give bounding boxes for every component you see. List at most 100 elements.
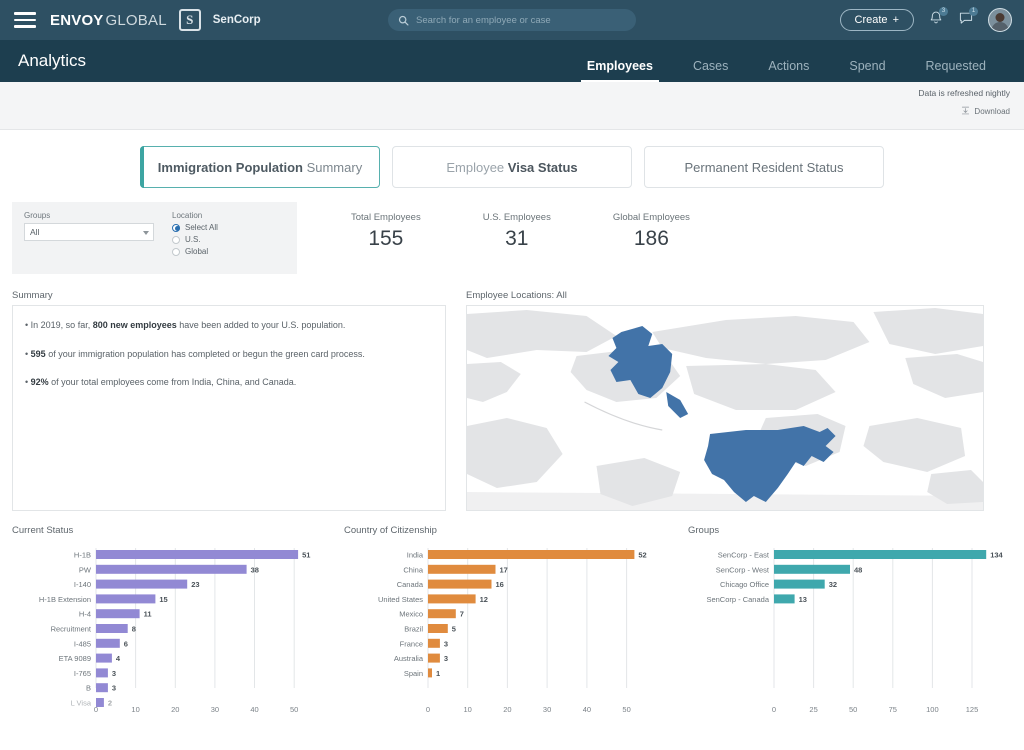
report-tab-label-b: Visa Status xyxy=(507,159,578,175)
cat-label: Australia xyxy=(394,654,424,663)
summary-and-map-row: Summary • In 2019, so far, 800 new emplo… xyxy=(12,290,1012,511)
bars xyxy=(96,550,299,707)
bar-canada[interactable] xyxy=(428,579,492,589)
global-search[interactable] xyxy=(388,9,636,31)
radio-icon-global[interactable] xyxy=(172,247,180,256)
location-option-select-all[interactable]: Select All xyxy=(172,223,218,232)
report-tab-label-b: Summary xyxy=(306,159,363,175)
x-tick: 30 xyxy=(211,705,219,714)
bar-sencorp-west[interactable] xyxy=(774,564,850,574)
chart-groups: Groups SenCorp - East SenCorp - West Chi… xyxy=(688,525,1012,715)
analytics-nav-tabs: Employees Cases Actions Spend Requested xyxy=(567,40,1006,82)
cat-label: SenCorp - Canada xyxy=(706,595,769,604)
search-input[interactable] xyxy=(416,14,626,26)
bar-sencorp-canada[interactable] xyxy=(774,594,795,604)
create-button-label: Create xyxy=(854,14,888,26)
location-option-us[interactable]: U.S. xyxy=(172,235,218,244)
bar-b[interactable] xyxy=(96,683,108,693)
cat-label: L Visa xyxy=(71,699,92,708)
cat-label: SenCorp - East xyxy=(718,551,770,560)
bar-i140[interactable] xyxy=(96,579,188,589)
tab-requested[interactable]: Requested xyxy=(906,59,1006,82)
report-tab-label-a: Employee xyxy=(446,159,505,175)
bar-china[interactable] xyxy=(428,564,496,574)
bar-h1b[interactable] xyxy=(96,550,299,559)
val-label: 5 xyxy=(452,625,456,634)
val-label: 3 xyxy=(112,684,116,693)
location-option-global[interactable]: Global xyxy=(172,247,218,256)
bar-h4[interactable] xyxy=(96,609,140,619)
bar-chicago-office[interactable] xyxy=(774,579,825,589)
bar-i765[interactable] xyxy=(96,668,108,678)
x-axis-ticks: 0 10 20 30 40 50 xyxy=(94,705,298,714)
bar-recruitment[interactable] xyxy=(96,624,128,633)
report-tab-immigration-population-summary[interactable]: Immigration Population Summary xyxy=(140,146,380,188)
x-tick: 125 xyxy=(966,705,979,714)
chart-title-groups: Groups xyxy=(688,525,720,536)
brand-secondary-text: GLOBAL xyxy=(105,11,167,29)
hamburger-line xyxy=(14,12,36,15)
cat-label: ETA 9089 xyxy=(59,654,91,663)
envoy-global-logo[interactable]: ENVOY GLOBAL xyxy=(50,12,167,29)
x-tick: 100 xyxy=(926,705,939,714)
download-icon xyxy=(962,106,970,115)
report-tab-employee-visa-status[interactable]: Employee Visa Status xyxy=(392,146,632,188)
bar-spain[interactable] xyxy=(428,668,432,678)
bar-australia[interactable] xyxy=(428,653,440,663)
category-labels: SenCorp - East SenCorp - West Chicago Of… xyxy=(706,551,769,604)
notifications-button[interactable]: 3 xyxy=(928,6,948,31)
radio-icon-us[interactable] xyxy=(172,235,180,244)
groups-bar-chart[interactable]: SenCorp - East SenCorp - West Chicago Of… xyxy=(688,540,1012,715)
bar-sencorp-east[interactable] xyxy=(774,550,987,559)
kpi-label: Total Employees xyxy=(351,212,421,223)
tab-spend[interactable]: Spend xyxy=(829,59,905,82)
current-status-bar-chart[interactable]: H-1B PW I-140 H-1B Extension H-4 Recruit… xyxy=(12,540,330,715)
tab-cases[interactable]: Cases xyxy=(673,59,748,82)
bar-united-states[interactable] xyxy=(428,594,476,604)
brand-primary-text: ENVOY xyxy=(50,11,104,29)
report-tab-permanent-resident-status[interactable]: Permanent Resident Status xyxy=(644,146,884,188)
map-section: Employee Locations: All xyxy=(466,290,984,511)
bar-pw[interactable] xyxy=(96,564,247,574)
bar-h1b-extension[interactable] xyxy=(96,594,156,604)
cat-label: H-1B Extension xyxy=(39,595,91,604)
groups-select-value: All xyxy=(30,227,40,237)
tab-employees[interactable]: Employees xyxy=(567,59,673,82)
download-button[interactable]: Download xyxy=(961,106,1010,116)
tab-actions[interactable]: Actions xyxy=(748,59,829,82)
cat-label: Spain xyxy=(404,669,423,678)
x-tick: 50 xyxy=(622,705,630,714)
cat-label: India xyxy=(407,551,424,560)
employee-locations-map[interactable] xyxy=(466,305,984,511)
country-bar-chart[interactable]: India China Canada United States Mexico … xyxy=(344,540,674,715)
cat-label: Brazil xyxy=(404,625,423,634)
bar-i485[interactable] xyxy=(96,638,120,648)
analytics-sub-header: Analytics Employees Cases Actions Spend … xyxy=(0,40,1024,82)
val-label: 48 xyxy=(854,565,862,574)
category-labels: H-1B PW I-140 H-1B Extension H-4 Recruit… xyxy=(39,551,92,708)
location-option-label: U.S. xyxy=(185,235,201,244)
bar-brazil[interactable] xyxy=(428,624,448,633)
kpi-label: Global Employees xyxy=(612,212,690,223)
messages-button[interactable]: 1 xyxy=(958,6,978,31)
x-tick: 50 xyxy=(290,705,298,714)
cat-label: China xyxy=(403,565,423,574)
create-button[interactable]: Create + xyxy=(839,9,914,31)
val-label: 6 xyxy=(124,639,128,648)
bar-mexico[interactable] xyxy=(428,609,456,619)
user-avatar[interactable] xyxy=(988,8,1012,32)
radio-icon-select-all[interactable] xyxy=(172,223,180,232)
cat-label: I-765 xyxy=(74,669,91,678)
val-label: 2 xyxy=(108,699,112,708)
x-tick: 0 xyxy=(94,705,98,714)
bullet-pre: In 2019, so far, xyxy=(30,320,93,330)
chart-title-current-status: Current Status xyxy=(12,525,74,536)
bar-eta9089[interactable] xyxy=(96,653,112,663)
groups-select[interactable]: All xyxy=(24,223,154,241)
bar-france[interactable] xyxy=(428,638,440,648)
val-label: 13 xyxy=(799,595,807,604)
bar-india[interactable] xyxy=(428,550,635,559)
val-label: 16 xyxy=(496,580,504,589)
val-label: 12 xyxy=(480,595,488,604)
hamburger-menu-icon[interactable] xyxy=(14,12,36,28)
